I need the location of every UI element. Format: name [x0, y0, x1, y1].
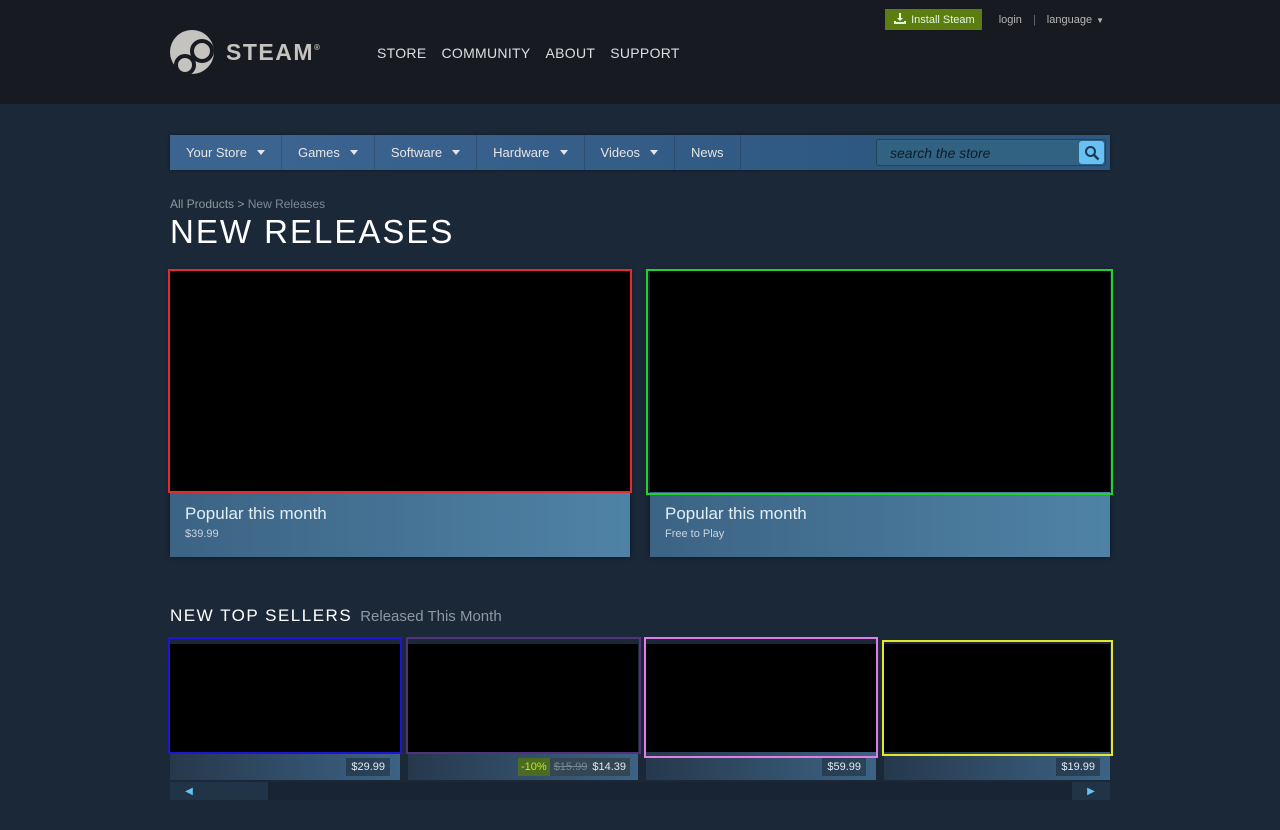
section-subtitle: Released This Month — [360, 608, 502, 625]
chevron-down-icon — [650, 150, 659, 155]
tab-label: Your Store — [186, 145, 247, 160]
highlight-outline — [406, 637, 641, 754]
highlight-outline — [646, 269, 1113, 495]
global-header: STEAM® STORE COMMUNITY ABOUT SUPPORT Ins… — [0, 0, 1280, 104]
featured-info: Popular this month $39.99 — [170, 492, 630, 557]
steam-logo-icon — [170, 30, 214, 76]
account-controls: Install Steam login | language ▼ — [885, 9, 1104, 30]
price-bar: $19.99 — [884, 752, 1110, 780]
breadcrumb-separator: > — [237, 197, 245, 211]
chevron-down-icon: ▼ — [1096, 15, 1104, 25]
search-box — [876, 139, 1106, 166]
tab-label: News — [691, 145, 724, 160]
nav-support[interactable]: SUPPORT — [610, 45, 680, 61]
steam-logo-text: STEAM® — [226, 38, 322, 65]
featured-price: Free to Play — [665, 528, 725, 540]
discount-prices: $15.99 $14.39 — [549, 758, 630, 776]
highlight-outline — [882, 640, 1113, 756]
install-steam-button[interactable]: Install Steam — [885, 9, 982, 30]
nav-community[interactable]: COMMUNITY — [441, 45, 530, 61]
highlight-outline — [644, 637, 878, 758]
scroll-thumb[interactable] — [208, 782, 268, 800]
price-tag: $59.99 — [822, 758, 866, 776]
chevron-down-icon — [559, 150, 568, 155]
tab-games[interactable]: Games — [282, 135, 375, 170]
final-price: $14.39 — [592, 761, 626, 773]
search-input[interactable] — [877, 140, 1079, 165]
steam-logo[interactable]: STEAM® — [170, 30, 322, 76]
scroll-right-button[interactable]: ▶ — [1072, 782, 1110, 800]
scroll-left-button[interactable]: ◀ — [170, 782, 208, 800]
language-label: language — [1046, 13, 1093, 26]
featured-info: Popular this month Free to Play — [650, 492, 1110, 557]
breadcrumb-all-products[interactable]: All Products — [170, 197, 234, 211]
carousel-scrollbar[interactable]: ◀ ▶ — [170, 782, 1110, 800]
featured-label: Popular this month — [665, 504, 807, 523]
download-icon — [894, 12, 907, 27]
breadcrumb: All Products > New Releases — [170, 197, 325, 211]
tab-label: Videos — [600, 145, 641, 160]
nav-store[interactable]: STORE — [377, 45, 426, 61]
discount-block: -10% $15.99 $14.39 — [518, 758, 630, 776]
login-link[interactable]: login — [999, 14, 1022, 26]
nav-about[interactable]: ABOUT — [546, 45, 596, 61]
main-nav: STORE COMMUNITY ABOUT SUPPORT — [377, 45, 695, 61]
language-dropdown[interactable]: language ▼ — [1047, 14, 1104, 26]
tab-your-store[interactable]: Your Store — [170, 135, 282, 170]
search-icon — [1084, 145, 1099, 160]
tab-videos[interactable]: Videos — [585, 135, 676, 170]
tab-label: Hardware — [493, 145, 550, 160]
price-tag: $29.99 — [346, 758, 390, 776]
tab-label: Games — [297, 145, 340, 160]
section-title: NEW TOP SELLERS — [170, 606, 353, 625]
chevron-down-icon — [349, 150, 358, 155]
highlight-outline — [168, 637, 402, 754]
original-price: $15.99 — [553, 761, 588, 773]
section-header: NEW TOP SELLERS Released This Month — [170, 606, 502, 626]
install-steam-label: Install Steam — [911, 13, 975, 26]
price-tag: $19.99 — [1056, 758, 1100, 776]
breadcrumb-new-releases[interactable]: New Releases — [248, 197, 325, 211]
price-bar: -10% $15.99 $14.39 — [408, 752, 638, 780]
tab-news[interactable]: News — [675, 135, 741, 170]
chevron-down-icon — [256, 150, 265, 155]
highlight-outline — [168, 269, 632, 493]
chevron-down-icon — [452, 150, 461, 155]
featured-label: Popular this month — [185, 504, 327, 523]
tab-label: Software — [390, 145, 443, 160]
tab-software[interactable]: Software — [375, 135, 478, 170]
discount-percent: -10% — [518, 758, 550, 776]
right-arrow-icon: ▶ — [1087, 785, 1095, 797]
page-title: NEW RELEASES — [170, 213, 455, 250]
header-separator: | — [1032, 13, 1036, 26]
store-nav: Your Store Games Software Hardware Video… — [170, 135, 1110, 170]
price-bar: $29.99 — [170, 752, 400, 780]
tab-hardware[interactable]: Hardware — [477, 135, 585, 170]
left-arrow-icon: ◀ — [185, 785, 193, 797]
featured-price: $39.99 — [185, 528, 219, 540]
search-button[interactable] — [1079, 141, 1104, 164]
